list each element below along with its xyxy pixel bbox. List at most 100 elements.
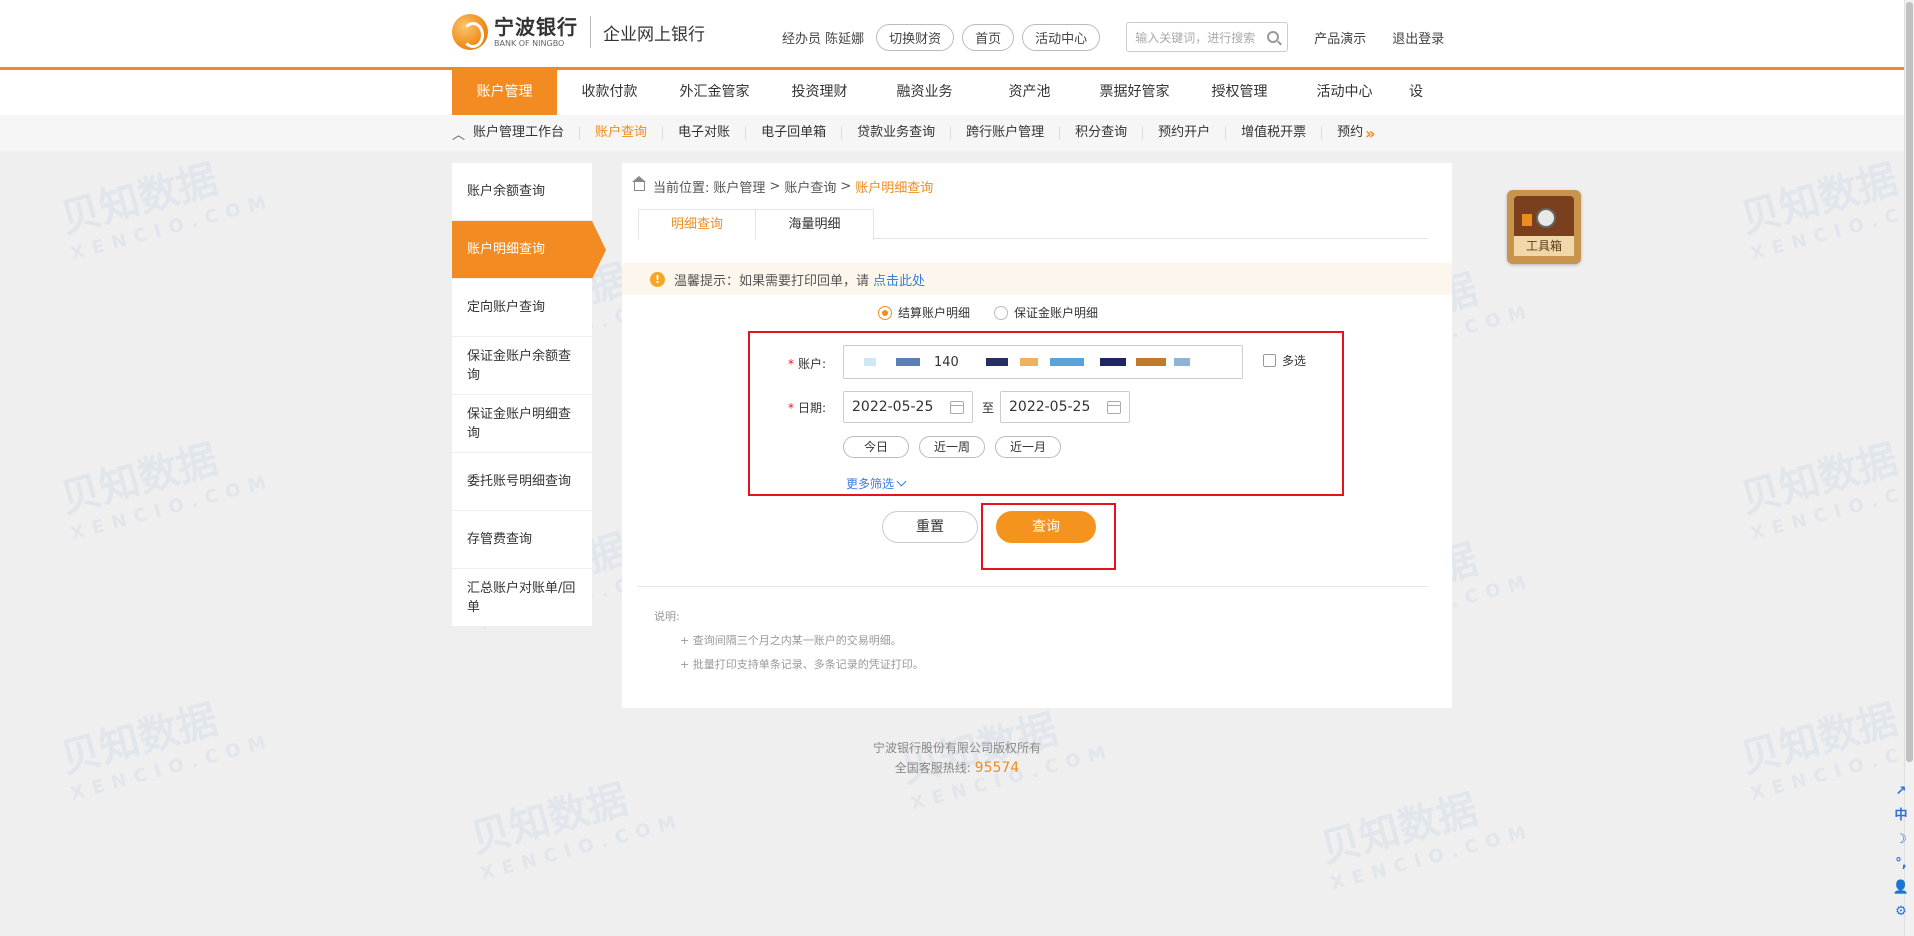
menu-item-custody-fee[interactable]: 存管费查询: [452, 511, 592, 569]
sub-nav-reserve[interactable]: 预约: [1322, 126, 1365, 140]
note-item: + 查询间隔三个月之内某一账户的交易明细。: [680, 634, 902, 647]
toolbox-button[interactable]: 工具箱: [1507, 190, 1581, 264]
calendar-icon[interactable]: [950, 400, 964, 414]
chevron-right-icon[interactable]: »: [1365, 124, 1375, 143]
masked-account-segment: [986, 358, 1008, 366]
breadcrumb-sep: >: [769, 179, 781, 194]
language-icon[interactable]: 中: [1892, 806, 1910, 826]
breadcrumb-item[interactable]: 账户管理: [713, 177, 765, 196]
highlight-box-query: [981, 503, 1116, 570]
copyright-text: 宁波银行股份有限公司版权所有: [872, 741, 1041, 755]
main-nav-payments[interactable]: 收款付款: [557, 70, 662, 115]
checkbox-icon[interactable]: [1263, 354, 1276, 367]
search-icon[interactable]: [1267, 31, 1280, 43]
main-nav-financing[interactable]: 融资业务: [872, 70, 977, 115]
punctuation-icon[interactable]: °,: [1892, 854, 1910, 874]
watermark: 贝知数据XENCIO.COM: [1315, 786, 1536, 895]
more-filters-toggle[interactable]: 更多筛选: [846, 475, 907, 492]
sub-nav-reserve-account[interactable]: 预约开户: [1143, 126, 1227, 140]
quick-week-button[interactable]: 近一周: [919, 436, 985, 458]
menu-item-margin-balance[interactable]: 保证金账户余额查询: [452, 337, 592, 395]
main-nav-fx[interactable]: 外汇金管家: [662, 70, 767, 115]
logout-link[interactable]: 退出登录: [1392, 28, 1444, 47]
gear-icon[interactable]: ⚙: [1892, 902, 1910, 922]
menu-item-detail-query[interactable]: 账户明细查询: [452, 221, 606, 279]
masked-account-segment: [896, 358, 920, 366]
bank-logo-icon: [452, 14, 488, 50]
bank-logo[interactable]: 宁波银行 BANK OF NINGBO 企业网上银行: [452, 14, 705, 50]
main-nav-authorization[interactable]: 授权管理: [1187, 70, 1292, 115]
search-placeholder: 输入关键词，进行搜索: [1135, 30, 1256, 45]
date-label: * 日期:: [788, 399, 826, 416]
print-receipt-link[interactable]: 点击此处: [873, 270, 925, 289]
collapse-up-icon[interactable]: ︿: [452, 124, 465, 143]
content-panel: 当前位置: 账户管理 > 账户查询 > 账户明细查询 明细查询 海量明细 ! 温…: [622, 163, 1452, 708]
main-nav-settings-label: 设: [1409, 84, 1423, 100]
menu-item-directed-account[interactable]: 定向账户查询: [452, 279, 592, 337]
radio-margin-account[interactable]: 保证金账户明细: [994, 304, 1098, 321]
radio-label: 结算账户明细: [898, 306, 971, 320]
menu-item-margin-detail[interactable]: 保证金账户明细查询: [452, 395, 592, 453]
sub-nav-e-reconciliation[interactable]: 电子对账: [663, 126, 747, 140]
top-header: 宁波银行 BANK OF NINGBO 企业网上银行 经办员 陈延娜 切换财资 …: [0, 0, 1914, 70]
account-label-text: 账户:: [798, 357, 827, 371]
search-input[interactable]: 输入关键词，进行搜索: [1126, 22, 1289, 52]
sub-nav-vat-invoice[interactable]: 增值税开票: [1226, 126, 1323, 140]
resize-icon[interactable]: ↗: [1892, 782, 1910, 802]
date-range-separator: 至: [982, 401, 995, 415]
sub-nav-points-query[interactable]: 积分查询: [1060, 126, 1144, 140]
portal-title: 企业网上银行: [603, 24, 705, 45]
main-nav-bills[interactable]: 票据好管家: [1082, 70, 1187, 115]
sub-nav-e-receipt-box[interactable]: 电子回单箱: [746, 126, 843, 140]
required-mark: *: [788, 401, 794, 415]
quick-month-button[interactable]: 近一月: [995, 436, 1061, 458]
main-nav: 账户管理 收款付款 外汇金管家 投资理财 融资业务 资产池 票据好管家 授权管理…: [0, 70, 1904, 147]
tab-bulk-detail[interactable]: 海量明细: [756, 209, 874, 240]
account-label: * 账户:: [788, 355, 826, 372]
home-icon: [632, 176, 646, 191]
left-menu: 账户余额查询 账户明细查询 定向账户查询 保证金账户余额查询 保证金账户明细查询…: [452, 163, 606, 627]
user-icon[interactable]: 👤: [1892, 878, 1910, 898]
product-demo-link[interactable]: 产品演示: [1314, 28, 1366, 47]
switch-treasury-button[interactable]: 切换财资: [876, 23, 955, 51]
menu-item-entrusted-detail[interactable]: 委托账号明细查询: [452, 453, 592, 511]
divider: [638, 586, 1428, 587]
quick-today-button[interactable]: 今日: [843, 436, 909, 458]
main-nav-settings[interactable]: 设 »: [1397, 70, 1437, 147]
radio-unselected-icon[interactable]: [994, 305, 1009, 320]
watermark: 贝知数据XENCIO.COM: [1735, 436, 1914, 545]
home-button[interactable]: 首页: [962, 23, 1015, 51]
multi-select-checkbox[interactable]: 多选: [1263, 352, 1306, 369]
main-nav-asset-pool[interactable]: 资产池: [977, 70, 1082, 115]
main-nav-investment[interactable]: 投资理财: [767, 70, 872, 115]
radio-settlement-account[interactable]: 结算账户明细: [878, 304, 970, 321]
menu-item-balance-query[interactable]: 账户余额查询: [452, 163, 592, 221]
end-date-input[interactable]: 2022-05-25: [1000, 391, 1130, 423]
sub-nav-interbank-account[interactable]: 跨行账户管理: [951, 126, 1061, 140]
sub-nav-workbench[interactable]: 账户管理工作台: [473, 126, 581, 140]
watermark: 贝知数据XENCIO.COM: [55, 436, 276, 545]
start-date-value: 2022-05-25: [852, 399, 934, 415]
account-select[interactable]: 140: [843, 345, 1243, 379]
masked-account-segment: [1136, 358, 1166, 366]
radio-selected-icon[interactable]: [878, 305, 892, 320]
radio-label: 保证金账户明细: [1014, 306, 1099, 320]
tab-detail-query[interactable]: 明细查询: [638, 209, 756, 240]
scrollbar-thumb[interactable]: [1906, 2, 1913, 762]
reset-button[interactable]: 重置: [882, 511, 978, 543]
breadcrumb-prefix: 当前位置:: [653, 181, 710, 196]
activity-center-button[interactable]: 活动中心: [1022, 23, 1101, 51]
sub-nav-loan-query[interactable]: 贷款业务查询: [842, 126, 952, 140]
sub-nav-account-query[interactable]: 账户查询: [580, 126, 664, 140]
start-date-input[interactable]: 2022-05-25: [843, 391, 973, 423]
logo-name-cn: 宁波银行: [494, 14, 578, 39]
main-nav-activity-center[interactable]: 活动中心: [1292, 70, 1397, 115]
moon-icon[interactable]: ☽: [1892, 830, 1910, 850]
masked-account-segment: [864, 358, 876, 366]
menu-item-summary-statement[interactable]: 汇总账户对账单/回单: [452, 569, 592, 627]
breadcrumb-sep: >: [840, 179, 852, 194]
calendar-icon[interactable]: [1107, 400, 1121, 414]
breadcrumb-item[interactable]: 账户查询: [784, 177, 836, 196]
breadcrumb: 当前位置: 账户管理 > 账户查询 > 账户明细查询: [632, 176, 933, 196]
main-nav-account-management[interactable]: 账户管理: [452, 70, 557, 115]
